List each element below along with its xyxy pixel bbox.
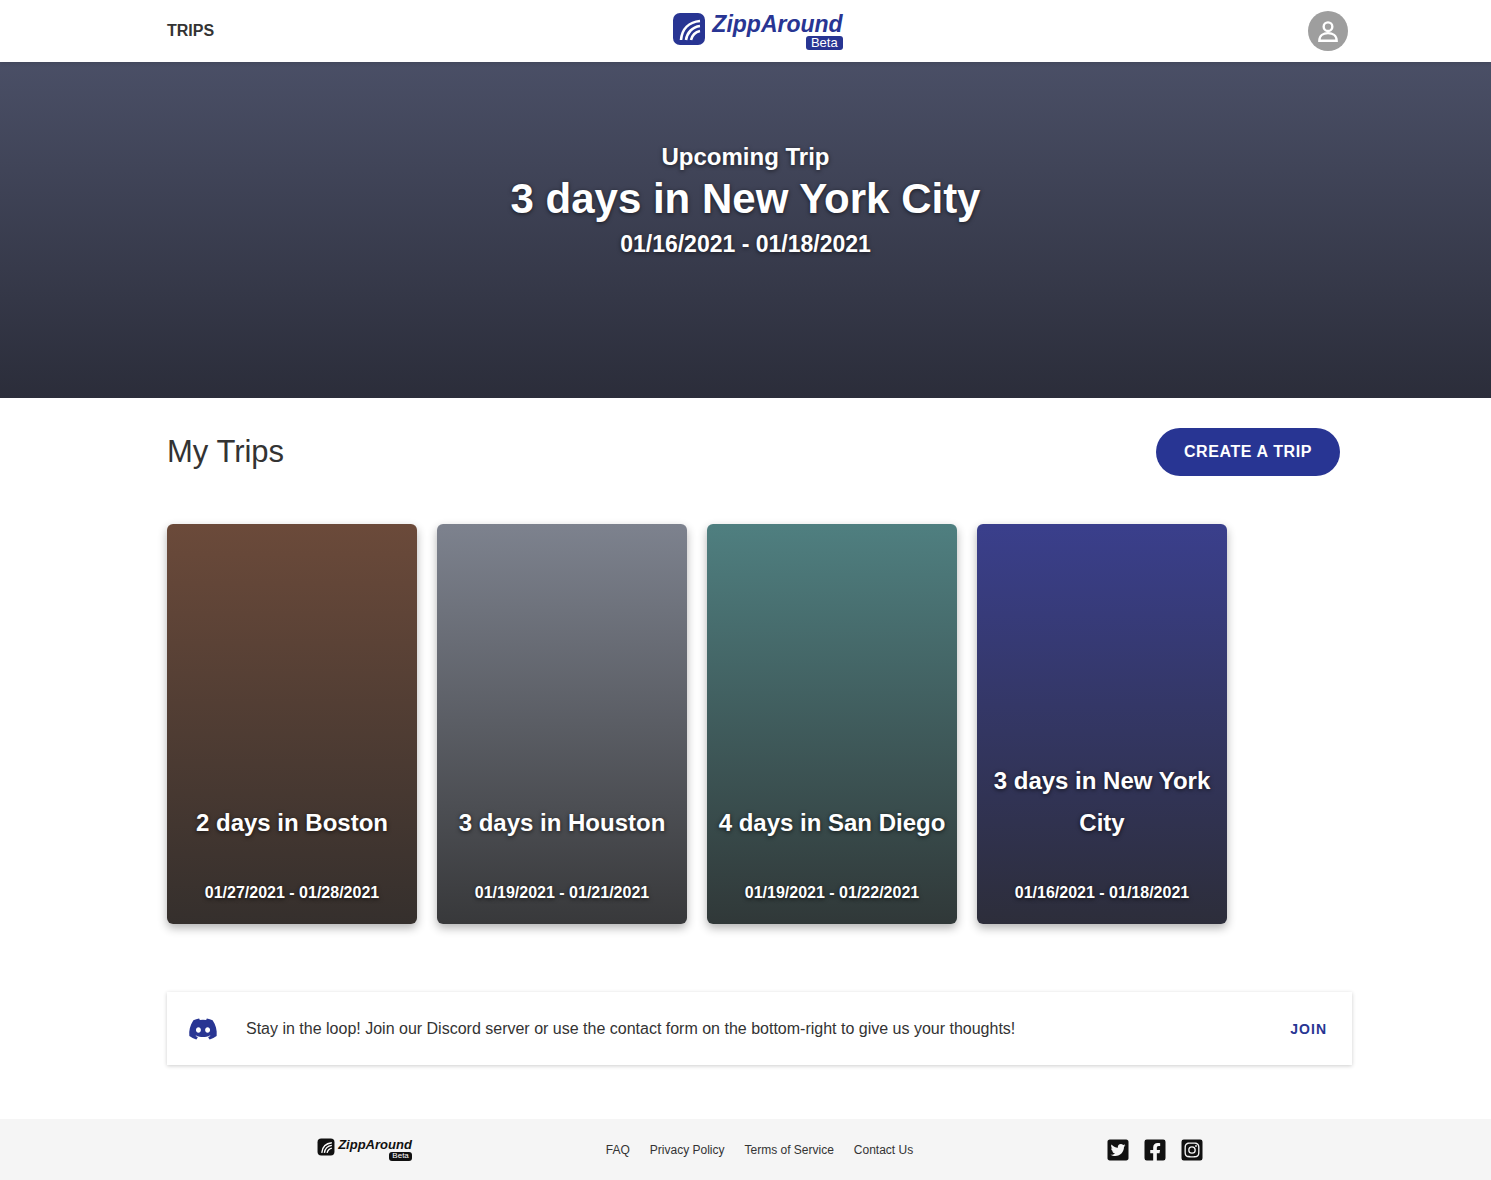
- trip-title: 2 days in Boston: [196, 802, 388, 844]
- hero-dates: 01/16/2021 - 01/18/2021: [620, 231, 871, 258]
- logo-name: ZippAround: [338, 1138, 412, 1152]
- footer-inner: ZippAroundBeta FAQ Privacy Policy Terms of …: [167, 1138, 1352, 1162]
- twitter-link[interactable]: [1106, 1138, 1130, 1162]
- join-link[interactable]: JOIN: [1290, 1021, 1327, 1037]
- trip-dates: 01/16/2021 - 01/18/2021: [1015, 884, 1189, 902]
- footer-link[interactable]: Contact Us: [854, 1143, 913, 1157]
- logo-badge: Beta: [389, 1152, 411, 1161]
- avatar[interactable]: [1308, 11, 1348, 51]
- trip-card[interactable]: 2 days in Boston 01/27/2021 - 01/28/2021: [167, 524, 417, 924]
- logo[interactable]: ZippAroundBeta: [672, 12, 842, 51]
- logo-icon: [317, 1138, 335, 1156]
- trip-cards: 2 days in Boston 01/27/2021 - 01/28/2021 3…: [167, 524, 1352, 924]
- main: My Trips CREATE A TRIP 2 days in Boston 01/…: [167, 398, 1352, 1065]
- nav-link[interactable]: TRIPS: [167, 22, 214, 40]
- create-trip-button[interactable]: CREATE A TRIP: [1156, 428, 1340, 476]
- hero-title: 3 days in New York City: [511, 175, 981, 223]
- trip-dates: 01/19/2021 - 01/22/2021: [745, 884, 919, 902]
- trip-title: 4 days in San Diego: [719, 802, 946, 844]
- facebook-icon: [1143, 1138, 1167, 1162]
- logo-icon: [672, 12, 706, 46]
- social-links: [1106, 1138, 1204, 1162]
- user-icon: [1315, 18, 1341, 44]
- trip-card[interactable]: 4 days in San Diego 01/19/2021 - 01/22/20…: [707, 524, 957, 924]
- trips-title: My Trips: [167, 434, 284, 470]
- trips-header: My Trips CREATE A TRIP: [167, 428, 1352, 476]
- logo[interactable]: ZippAroundBeta: [317, 1138, 412, 1160]
- discord-icon: [188, 1014, 218, 1044]
- footer-link[interactable]: FAQ: [606, 1143, 630, 1157]
- hero: Upcoming Trip 3 days in New York City 01/1…: [0, 62, 1491, 398]
- nav: TRIPS: [167, 22, 672, 40]
- footer-link[interactable]: Privacy Policy: [650, 1143, 725, 1157]
- header: TRIPS ZippAroundBeta: [0, 0, 1491, 62]
- trip-title: 3 days in Houston: [459, 802, 666, 844]
- trip-title: 3 days in New York City: [983, 760, 1221, 844]
- logo-name: ZippAround: [712, 12, 842, 37]
- instagram-icon: [1180, 1138, 1204, 1162]
- facebook-link[interactable]: [1143, 1138, 1167, 1162]
- hero-kicker: Upcoming Trip: [662, 143, 830, 171]
- page: TRIPSZippAroundBetaUpcoming Trip3 days i…: [0, 0, 1491, 1180]
- footer-links: FAQ Privacy Policy Terms of Service Contact…: [606, 1143, 913, 1157]
- instagram-link[interactable]: [1180, 1138, 1204, 1162]
- trip-card[interactable]: 3 days in New York City 01/16/2021 - 01/1…: [977, 524, 1227, 924]
- trip-card[interactable]: 3 days in Houston 01/19/2021 - 01/21/2021: [437, 524, 687, 924]
- twitter-icon: [1106, 1138, 1130, 1162]
- footer: ZippAroundBeta FAQ Privacy Policy Terms of …: [0, 1119, 1491, 1180]
- notice-text: Stay in the loop! Join our Discord serve…: [246, 1020, 1262, 1038]
- trip-dates: 01/27/2021 - 01/28/2021: [205, 884, 379, 902]
- trip-dates: 01/19/2021 - 01/21/2021: [475, 884, 649, 902]
- footer-link[interactable]: Terms of Service: [744, 1143, 833, 1157]
- discord-notice: Stay in the loop! Join our Discord serve…: [167, 992, 1352, 1065]
- logo-badge: Beta: [806, 36, 843, 50]
